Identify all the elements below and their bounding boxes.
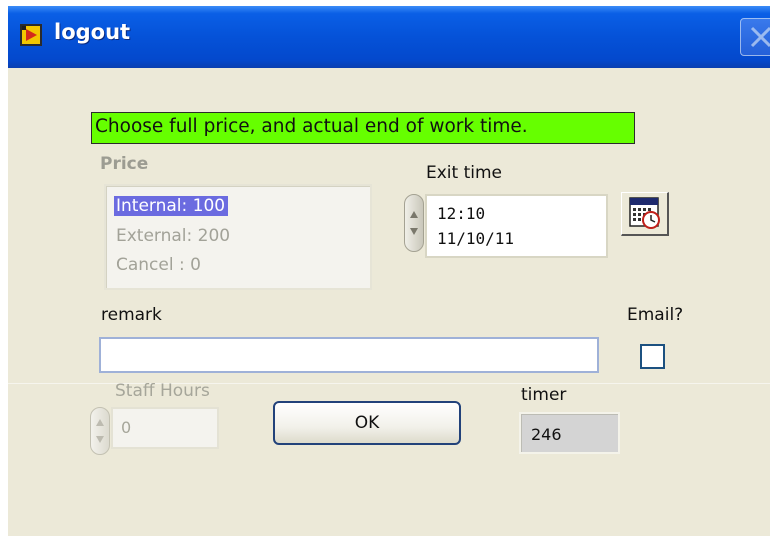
calendar-clock-icon: [629, 197, 660, 229]
close-button[interactable]: [740, 18, 770, 56]
staff-hours-label: Staff Hours: [115, 381, 210, 401]
staff-hours-field[interactable]: 0: [111, 407, 219, 449]
timer-display: 246: [519, 412, 620, 454]
staff-hours-spinner[interactable]: [90, 407, 110, 455]
close-icon: [750, 26, 770, 48]
email-label: Email?: [627, 305, 684, 325]
exit-time-field[interactable]: 12:10 11/10/11: [425, 194, 608, 258]
price-label: Price: [100, 154, 149, 174]
timer-value: 246: [531, 425, 562, 444]
price-option-internal[interactable]: Internal: 100: [114, 196, 229, 216]
spin-arrows-icon: [96, 419, 104, 443]
title-bar[interactable]: logout: [8, 6, 770, 68]
price-option-external[interactable]: External: 200: [116, 226, 230, 246]
price-listbox[interactable]: Internal: 100 External: 200 Cancel : 0: [104, 184, 372, 290]
instruction-banner: Choose full price, and actual end of wor…: [91, 112, 635, 144]
exit-date-value: 11/10/11: [437, 229, 515, 248]
exit-time-label: Exit time: [426, 163, 503, 183]
timer-label: timer: [521, 385, 567, 405]
email-checkbox[interactable]: [640, 344, 665, 369]
exit-time-spinner[interactable]: [404, 194, 424, 252]
ok-button[interactable]: OK: [273, 401, 461, 445]
staff-hours-value: 0: [121, 418, 132, 437]
window-title: logout: [54, 20, 131, 44]
spin-arrows-icon: [410, 211, 418, 235]
logout-dialog: logout Choose full price, and actual end…: [8, 6, 770, 536]
price-option-cancel[interactable]: Cancel : 0: [116, 255, 201, 275]
remark-input[interactable]: [99, 337, 599, 373]
calendar-button[interactable]: [621, 192, 669, 236]
remark-label: remark: [101, 305, 162, 325]
exit-time-value: 12:10: [437, 204, 486, 223]
labview-vi-icon: [20, 24, 42, 46]
